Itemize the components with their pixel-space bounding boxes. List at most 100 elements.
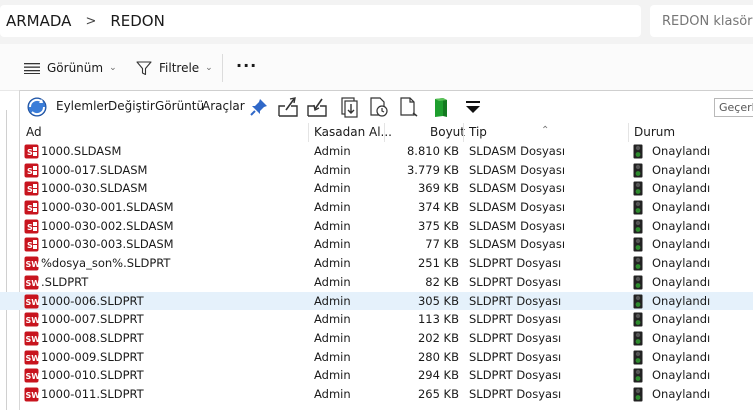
approved-state-icon	[633, 256, 643, 271]
search-box[interactable]	[650, 5, 753, 37]
file-name[interactable]: 1000-030-001.SLDASM	[41, 200, 174, 214]
file-name[interactable]: 1000-030.SLDASM	[41, 181, 147, 195]
solidworks-assembly-icon: S	[24, 200, 39, 215]
column-header-name[interactable]: Ad	[26, 125, 42, 139]
file-size: 77 KB	[425, 237, 459, 252]
table-row[interactable]: SW 1000-009.SLDPRT Admin 280 KB SLDPRT D…	[0, 348, 753, 367]
file-type: SLDPRT Dosyası	[469, 274, 562, 289]
table-row[interactable]: SW 1000-007.SLDPRT Admin 113 KB SLDPRT D…	[0, 310, 753, 329]
check-in-icon[interactable]	[277, 96, 299, 118]
table-row[interactable]: S 1000-030-001.SLDASM Admin 374 KB SLDAS…	[0, 198, 753, 217]
history-icon[interactable]	[368, 96, 390, 118]
breadcrumb[interactable]: ARMADA > REDON	[0, 5, 641, 37]
version-filter-input[interactable]	[714, 98, 753, 117]
table-row[interactable]: SW 1000-011.SLDPRT Admin 265 KB SLDPRT D…	[0, 385, 753, 404]
approved-state-icon	[633, 275, 643, 290]
check-out-icon[interactable]	[306, 96, 328, 118]
file-name[interactable]: 1000-007.SLDPRT	[41, 312, 144, 326]
file-size: 305 KB	[417, 293, 459, 308]
table-row[interactable]: S 1000-030-002.SLDASM Admin 375 KB SLDAS…	[0, 217, 753, 236]
document-preview-icon[interactable]	[398, 96, 420, 118]
approved-state-icon	[633, 387, 643, 402]
workflow-state: Onaylandı	[652, 293, 711, 308]
table-row[interactable]: SW 1000-006.SLDPRT Admin 305 KB SLDPRT D…	[0, 291, 753, 311]
file-size: 374 KB	[417, 200, 459, 215]
file-type: SLDASM Dosyası	[469, 218, 566, 233]
file-type: SLDASM Dosyası	[469, 162, 566, 177]
search-input[interactable]	[650, 5, 753, 37]
more-options-button[interactable]: ···	[236, 56, 257, 75]
refresh-icon[interactable]	[26, 96, 48, 118]
column-header-size[interactable]: Boyut	[430, 125, 465, 139]
table-row[interactable]: S 1000.SLDASM Admin 8.810 KB SLDASM Dosy…	[0, 142, 753, 161]
menu-actions[interactable]: Eylemler	[56, 99, 109, 113]
breadcrumb-item-redon[interactable]: REDON	[110, 12, 164, 30]
column-divider[interactable]	[308, 123, 309, 142]
checked-out-by: Admin	[314, 200, 351, 215]
change-state-icon[interactable]	[430, 96, 452, 118]
table-row[interactable]: SW 1000-010.SLDPRT Admin 294 KB SLDPRT D…	[0, 366, 753, 385]
toolbar-divider	[222, 54, 223, 82]
file-name[interactable]: 1000-030-002.SLDASM	[41, 219, 174, 233]
checked-out-by: Admin	[314, 368, 351, 383]
workflow-state: Onaylandı	[652, 256, 711, 271]
solidworks-part-icon: SW	[24, 350, 39, 365]
solidworks-part-icon: SW	[24, 387, 39, 402]
approved-state-icon	[633, 219, 643, 234]
view-button[interactable]: Görünüm ⌄	[24, 57, 117, 79]
svg-text:SW: SW	[26, 298, 40, 307]
solidworks-assembly-icon: S	[24, 237, 39, 252]
file-name[interactable]: .SLDPRT	[41, 275, 88, 289]
svg-text:S: S	[27, 148, 33, 157]
workflow-state: Onaylandı	[652, 181, 711, 196]
file-name[interactable]: 1000-011.SLDPRT	[41, 387, 144, 401]
menu-tools[interactable]: Araçlar	[202, 99, 245, 113]
pdm-toolbar: Eylemler Değiştir Görüntü Araçlar	[20, 90, 753, 123]
checked-out-by: Admin	[314, 330, 351, 345]
file-type: SLDPRT Dosyası	[469, 368, 562, 383]
file-name[interactable]: 1000-009.SLDPRT	[41, 350, 144, 364]
column-divider[interactable]	[463, 123, 464, 142]
menu-view[interactable]: Görüntü	[155, 99, 204, 113]
file-type: SLDPRT Dosyası	[469, 330, 562, 345]
file-name[interactable]: 1000-010.SLDPRT	[41, 368, 144, 382]
solidworks-part-icon: SW	[24, 294, 40, 308]
file-size: 265 KB	[417, 386, 459, 401]
column-header-type[interactable]: Tip	[469, 125, 487, 139]
approved-state-icon	[633, 163, 643, 178]
get-latest-version-icon[interactable]	[338, 96, 360, 118]
workflow-state: Onaylandı	[652, 330, 711, 345]
file-size: 251 KB	[417, 256, 459, 271]
file-name[interactable]: 1000-006.SLDPRT	[41, 294, 144, 308]
checked-out-by: Admin	[314, 256, 351, 271]
file-list-header: Ad Kasadan Al... Boyut Tip ⌃ Durum	[0, 123, 753, 142]
approved-state-icon	[633, 331, 643, 346]
menu-modify[interactable]: Değiştir	[108, 99, 155, 113]
file-name[interactable]: 1000-017.SLDASM	[41, 163, 147, 177]
table-row[interactable]: S 1000-017.SLDASM Admin 3.779 KB SLDASM …	[0, 161, 753, 180]
pin-icon[interactable]	[248, 96, 270, 118]
file-name[interactable]: %dosya_son%.SLDPRT	[41, 256, 170, 270]
solidworks-part-icon: SW	[24, 256, 39, 271]
file-name[interactable]: 1000-030-003.SLDASM	[41, 237, 174, 251]
table-row[interactable]: S 1000-030-003.SLDASM Admin 77 KB SLDASM…	[0, 235, 753, 254]
table-row[interactable]: SW .SLDPRT Admin 82 KB SLDPRT Dosyası On…	[0, 273, 753, 292]
column-header-state[interactable]: Durum	[634, 125, 675, 139]
svg-text:S: S	[27, 223, 33, 232]
filter-button[interactable]: Filtrele ⌄	[136, 57, 213, 79]
file-name[interactable]: 1000-008.SLDPRT	[41, 331, 144, 345]
solidworks-part-icon: SW	[24, 331, 39, 346]
table-row[interactable]: S 1000-030.SLDASM Admin 369 KB SLDASM Do…	[0, 179, 753, 198]
svg-text:SW: SW	[26, 279, 40, 288]
checked-out-by: Admin	[314, 218, 351, 233]
column-divider[interactable]	[628, 123, 629, 142]
breadcrumb-item-armada[interactable]: ARMADA	[0, 12, 71, 30]
address-bar: ARMADA > REDON	[0, 0, 753, 44]
column-divider[interactable]	[384, 123, 385, 142]
column-header-checked-out-by[interactable]: Kasadan Al...	[314, 125, 392, 139]
table-row[interactable]: SW 1000-008.SLDPRT Admin 202 KB SLDPRT D…	[0, 329, 753, 348]
approved-state-icon	[633, 144, 643, 159]
table-row[interactable]: SW %dosya_son%.SLDPRT Admin 251 KB SLDPR…	[0, 254, 753, 273]
toolbar-dropdown-icon[interactable]	[462, 96, 484, 118]
file-name[interactable]: 1000.SLDASM	[41, 144, 121, 158]
